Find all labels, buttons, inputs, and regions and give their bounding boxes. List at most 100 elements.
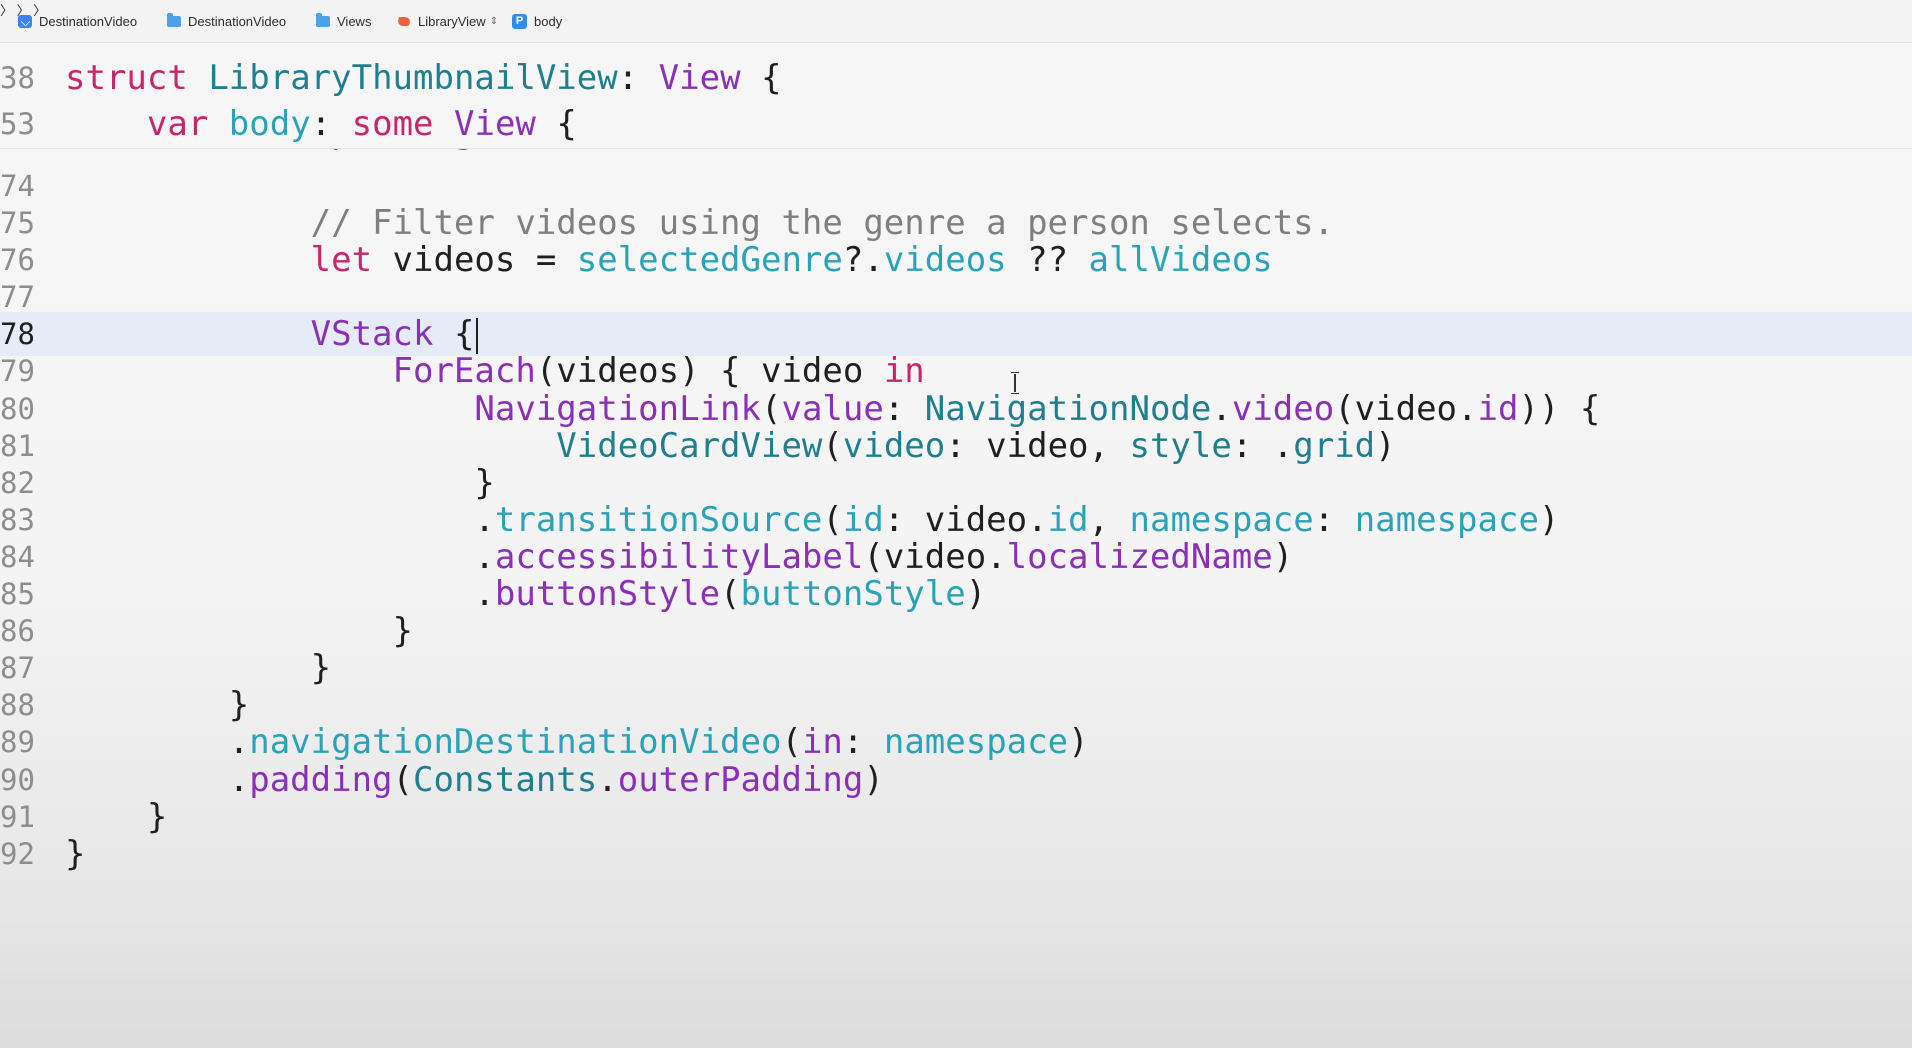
code-token: let — [310, 240, 373, 280]
code-token: namespace — [1129, 500, 1314, 540]
code-token: : video. — [883, 500, 1048, 540]
breadcrumb-project-label: DestinationVideo — [39, 13, 138, 29]
code-token: grid — [1293, 426, 1376, 466]
code-token: (videos) { video — [535, 351, 884, 391]
code-token: ( — [760, 389, 782, 429]
code-token: VStack — [310, 314, 434, 354]
code-token: : . — [1231, 426, 1294, 466]
code-token: video — [842, 426, 946, 466]
chevron-right-icon: 〉 — [0, 3, 14, 18]
code-token: ( — [822, 426, 843, 466]
code-token: localizedName — [1006, 537, 1273, 577]
code-token: video — [1231, 389, 1335, 429]
code-token: namespace — [1354, 500, 1539, 540]
code-token: { — [433, 314, 475, 354]
ibeam-cursor-icon — [1010, 372, 1020, 394]
code-token: View — [454, 104, 536, 144]
code-text: } — [65, 832, 85, 876]
code-token: . — [597, 760, 618, 800]
code-token: ) — [1068, 722, 1089, 762]
code-token: ( — [392, 760, 414, 800]
code-token: . — [65, 574, 495, 614]
code-token: : — [617, 58, 659, 98]
code-token: style — [1129, 426, 1232, 466]
code-token: body — [228, 104, 311, 144]
app-icon — [18, 14, 32, 28]
folder-icon — [167, 12, 181, 27]
code-text: struct LibraryThumbnailView: View { — [65, 56, 782, 100]
folder-icon — [316, 12, 330, 27]
sticky-scope-header[interactable]: 53 var body: some View { — [0, 102, 1912, 149]
code-token: . — [65, 500, 495, 540]
breadcrumb-symbol-label: body — [534, 13, 563, 29]
code-token: value — [781, 389, 884, 429]
code-token: } — [65, 463, 495, 503]
code-token: : — [310, 104, 352, 144]
code-line[interactable]: 92} — [0, 832, 1912, 876]
code-token: : — [883, 389, 925, 429]
code-token: buttonStyle — [740, 574, 966, 614]
code-token: var — [146, 104, 209, 144]
code-token: LibraryThumbnailView — [208, 58, 618, 98]
code-token: ( — [720, 574, 741, 614]
breadcrumb-symbol[interactable]: P body — [512, 12, 562, 30]
code-token: , — [1088, 500, 1130, 540]
code-token: (video. — [863, 537, 1007, 577]
breadcrumb-file-label: LibraryView — [418, 13, 486, 29]
code-token: struct — [65, 58, 188, 98]
code-token: allVideos — [1088, 240, 1273, 280]
code-token: } — [65, 611, 413, 651]
code-token: padding — [249, 760, 393, 800]
code-token: { — [535, 104, 577, 144]
code-token: . — [1211, 389, 1232, 429]
code-token: ) — [965, 574, 987, 614]
code-token: } — [65, 797, 168, 837]
line-number: 38 — [0, 61, 35, 95]
code-token: . — [65, 537, 495, 577]
code-token: id — [1477, 389, 1519, 429]
code-token: id — [1047, 500, 1089, 540]
code-token: . — [65, 722, 250, 762]
breadcrumb-group-label: DestinationVideo — [188, 13, 287, 29]
code-token: VideoCardView — [556, 426, 823, 466]
chevron-updown-icon: ⇕ — [489, 15, 499, 27]
code-token: selectedGenre — [576, 240, 843, 280]
code-text: var body: some View { — [65, 102, 577, 146]
code-token: } — [65, 648, 332, 688]
code-token: navigationDestinationVideo — [249, 722, 782, 762]
code-token: // Filter videos using the genre a perso… — [65, 203, 1335, 243]
source-editor[interactable]: 38 struct LibraryThumbnailView: View {53 … — [0, 42, 1912, 1048]
code-token: accessibilityLabel — [494, 537, 864, 577]
code-token: namespace — [883, 722, 1069, 762]
code-token: : — [1313, 500, 1355, 540]
code-token: NavigationLink — [474, 389, 761, 429]
code-token: { — [740, 58, 782, 98]
code-token: } — [65, 834, 86, 874]
breadcrumb-views-label: Views — [337, 13, 372, 29]
line-number: 92 — [0, 837, 35, 871]
code-token: NavigationNode — [924, 389, 1212, 429]
code-token: View — [658, 58, 741, 98]
code-token: ForEach — [392, 351, 536, 391]
code-token: (video. — [1334, 389, 1478, 429]
code-token: in — [883, 351, 925, 391]
breadcrumb-project[interactable]: DestinationVideo — [18, 12, 137, 30]
code-token: some — [351, 104, 434, 144]
breadcrumb-file[interactable]: LibraryView ⇕ — [397, 12, 498, 30]
code-token: Constants — [413, 760, 598, 800]
code-token: in — [801, 722, 843, 762]
swift-file-icon — [397, 15, 411, 28]
sticky-scope-header[interactable]: 38 struct LibraryThumbnailView: View { — [0, 56, 1912, 103]
code-token: ?. — [842, 240, 884, 280]
code-token: ?? — [1006, 240, 1089, 280]
breadcrumb-views[interactable]: Views — [316, 12, 371, 30]
breadcrumb-group[interactable]: DestinationVideo — [167, 12, 286, 30]
